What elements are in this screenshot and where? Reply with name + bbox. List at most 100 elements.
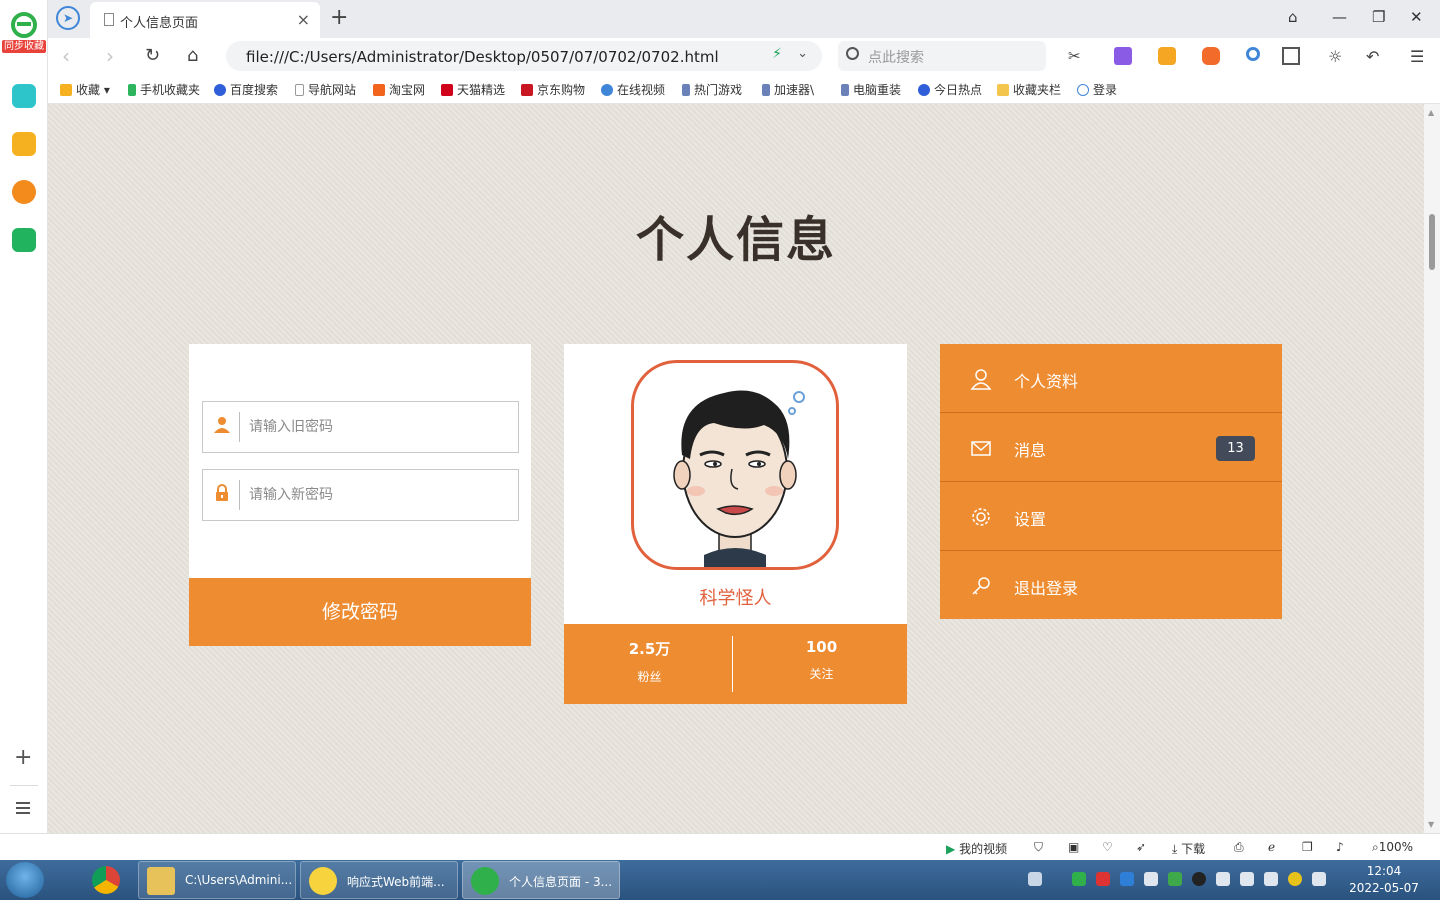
stat-label: 粉丝 — [637, 670, 662, 684]
minimize-icon[interactable]: — — [1332, 8, 1347, 26]
bookmark-login[interactable]: 登录 — [1077, 81, 1117, 98]
tray-shield-icon[interactable] — [1168, 872, 1182, 886]
tray-copy-icon[interactable] — [1144, 872, 1158, 886]
shield-icon[interactable]: ⛉ — [1034, 840, 1043, 855]
bookmark-games[interactable]: 热门游戏 — [682, 81, 742, 98]
taskbar-clock[interactable]: 12:04 2022-05-07 — [1342, 863, 1426, 897]
new-tab-icon[interactable]: + — [330, 6, 348, 30]
url-text: file:///C:/Users/Administrator/Desktop/0… — [246, 48, 719, 66]
bookmark-favorites[interactable]: 收藏 ▾ — [60, 81, 110, 98]
zoom-control[interactable]: ⌕100% — [1372, 840, 1413, 855]
rocket-icon[interactable]: ➶ — [1136, 840, 1146, 854]
bookmark-taobao[interactable]: 淘宝网 — [373, 81, 425, 98]
magnifier-icon[interactable] — [1246, 47, 1260, 61]
bookmark-jd[interactable]: 京东购物 — [521, 81, 585, 98]
bookmark-nav[interactable]: 导航网站 — [295, 81, 356, 98]
tray-a-icon[interactable] — [1096, 872, 1110, 886]
keyboard-icon[interactable] — [1028, 872, 1042, 886]
reload-icon[interactable]: ↻ — [145, 45, 160, 67]
taskbar-explorer[interactable]: C:\Users\Admini... — [138, 861, 296, 899]
navigate-compass-icon[interactable]: ➤ — [56, 6, 80, 30]
sidebar-menu-icon[interactable] — [16, 802, 30, 814]
taskbar-chrome[interactable] — [90, 861, 136, 899]
my-video-button[interactable]: ▶ 我的视频 — [946, 840, 1007, 857]
brightness-icon[interactable]: ☼ — [1328, 47, 1346, 66]
tab-title: 个人信息页面 — [120, 16, 199, 31]
search-box[interactable]: 点此搜索 — [838, 41, 1046, 71]
bookmark-hot[interactable]: 今日热点 — [918, 81, 982, 98]
translate-icon[interactable] — [1114, 47, 1132, 65]
scissors-icon[interactable]: ✂ — [1068, 47, 1086, 65]
game-controller-icon[interactable] — [1202, 47, 1220, 65]
tray-qq-icon[interactable] — [1192, 872, 1206, 886]
stat-followers[interactable]: 2.5万 粉丝 — [564, 624, 735, 704]
browser-sidebar: 同步收藏 + — [0, 0, 48, 833]
download-button[interactable]: ⤓ 下载 — [1172, 840, 1205, 857]
tray-network-icon[interactable] — [1216, 872, 1230, 886]
tray-u-icon[interactable] — [1072, 872, 1086, 886]
old-password-field — [202, 401, 519, 453]
print-icon[interactable]: ⎙ — [1234, 840, 1244, 855]
back-icon[interactable]: ‹ — [62, 45, 70, 67]
url-bar[interactable]: file:///C:/Users/Administrator/Desktop/0… — [226, 41, 822, 71]
tray-monitor-icon[interactable] — [1264, 872, 1278, 886]
menu-item-messages[interactable]: 消息 13 — [940, 413, 1282, 482]
tray-volume-icon[interactable] — [1312, 872, 1326, 886]
weibo-icon[interactable] — [12, 180, 36, 204]
skin-shirt-icon[interactable]: ⌂ — [1288, 8, 1298, 26]
scroll-up-icon[interactable]: ▲ — [1428, 108, 1434, 117]
window-icon[interactable]: ❐ — [1302, 840, 1313, 854]
ie-icon[interactable]: ℯ — [1268, 840, 1275, 854]
windows-taskbar: C:\Users\Admini... 响应式Web前端... 个人信息页面 - … — [0, 860, 1440, 900]
bookmark-mobile[interactable]: 手机收藏夹 — [128, 81, 200, 98]
bookmark-baidu[interactable]: 百度搜索 — [214, 81, 278, 98]
mail-app-icon[interactable] — [12, 228, 36, 252]
forward-icon[interactable]: › — [106, 45, 114, 67]
bookmark-video[interactable]: 在线视频 — [601, 81, 665, 98]
browser-logo[interactable]: 同步收藏 — [2, 12, 46, 58]
bookmark-accelerator[interactable]: 加速器\ — [762, 81, 814, 98]
menu-icon[interactable]: ☰ — [1410, 47, 1428, 66]
tray-plus-icon[interactable] — [1288, 872, 1302, 886]
app-plus-icon[interactable] — [12, 84, 36, 108]
star-icon — [60, 84, 72, 96]
menu-item-profile[interactable]: 个人资料 — [940, 344, 1282, 413]
browser-statusbar: ▶ 我的视频 ⛉ ▣ ♡ ➶ ⤓ 下载 ⎙ ℯ ❐ ♪ ⌕100% — [0, 833, 1440, 860]
close-tab-icon[interactable]: × — [297, 10, 310, 29]
shield-coin-icon[interactable] — [1158, 47, 1176, 65]
image-icon[interactable]: ▣ — [1068, 840, 1079, 854]
page-doc-icon — [104, 13, 114, 26]
tray-cursor-icon[interactable] — [1120, 872, 1134, 886]
stat-following[interactable]: 100 关注 — [736, 624, 907, 704]
menu-item-settings[interactable]: 设置 — [940, 482, 1282, 551]
close-window-icon[interactable]: ✕ — [1410, 8, 1423, 26]
old-password-input[interactable] — [249, 414, 509, 440]
new-password-input[interactable] — [249, 482, 509, 508]
avatar[interactable] — [631, 360, 839, 570]
tab-active[interactable]: 个人信息页面 × — [90, 2, 320, 38]
tray-window-icon[interactable] — [1240, 872, 1254, 886]
menu-item-logout[interactable]: 退出登录 — [940, 551, 1282, 620]
browser-e-icon — [471, 867, 499, 895]
speaker-icon[interactable]: ♪ — [1336, 840, 1344, 854]
taskbar-browser[interactable]: 个人信息页面 - 3... — [462, 861, 620, 899]
stat-label: 关注 — [809, 667, 834, 681]
change-password-button[interactable]: 修改密码 — [189, 578, 531, 646]
speed-bolt-icon[interactable]: ⚡ — [772, 46, 782, 62]
heart-icon[interactable]: ♡ — [1102, 840, 1113, 854]
undo-icon[interactable]: ↶ — [1366, 47, 1384, 66]
scroll-thumb[interactable] — [1429, 214, 1435, 270]
bookmark-tmall[interactable]: 天猫精选 — [441, 81, 505, 98]
bookmark-folder[interactable]: 收藏夹栏 — [997, 81, 1061, 98]
page-scrollbar[interactable]: ▲ ▼ — [1424, 104, 1440, 833]
apps-grid-icon[interactable] — [1282, 47, 1300, 65]
taskbar-ide[interactable]: 响应式Web前端... — [300, 861, 458, 899]
url-dropdown-icon[interactable]: ⌄ — [797, 46, 808, 61]
scroll-down-icon[interactable]: ▼ — [1428, 820, 1434, 829]
home-icon[interactable]: ⌂ — [187, 45, 198, 67]
add-sidebar-app-icon[interactable]: + — [14, 747, 32, 769]
start-button[interactable] — [6, 862, 44, 898]
restore-icon[interactable]: ❐ — [1372, 8, 1385, 26]
favorites-star-icon[interactable] — [12, 132, 36, 156]
bookmark-reinstall[interactable]: 电脑重装 — [841, 81, 901, 98]
